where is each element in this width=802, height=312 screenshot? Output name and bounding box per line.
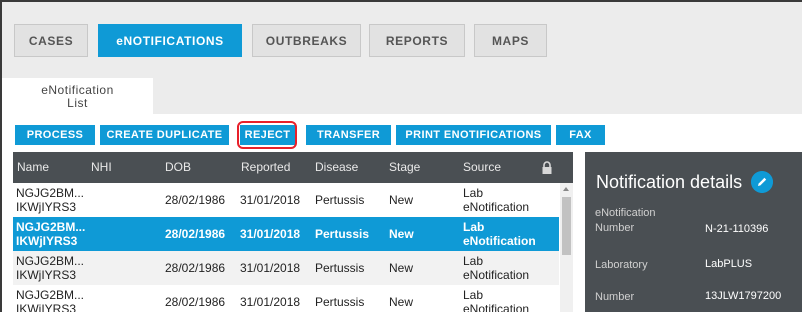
cell-dob: 28/02/1986 bbox=[165, 227, 226, 241]
process-button[interactable]: PROCESS bbox=[15, 125, 95, 145]
table-row[interactable]: NGJG2BM... IKWjIYRS3 28/02/1986 31/01/201… bbox=[13, 251, 559, 285]
cell-source: Lab eNotification bbox=[463, 186, 529, 214]
column-header-source[interactable]: Source bbox=[463, 152, 501, 183]
cell-source-line1: Lab bbox=[463, 220, 485, 234]
cell-name-line2: IKWjIYRS3 bbox=[16, 234, 78, 248]
cell-source-line2: eNotification bbox=[463, 268, 530, 282]
column-header-disease[interactable]: Disease bbox=[315, 152, 358, 183]
column-header-stage[interactable]: Stage bbox=[389, 152, 420, 183]
cell-dob: 28/02/1986 bbox=[165, 295, 226, 309]
tab-enotification-list[interactable]: eNotification List bbox=[2, 78, 153, 115]
table-scrollbar[interactable] bbox=[560, 183, 573, 312]
cell-name: NGJG2BM... IKWjIYRS3 bbox=[16, 186, 84, 214]
cell-name: NGJG2BM... IKWjIYRS3 bbox=[16, 288, 84, 312]
cell-name-line2: IKWjIYRS3 bbox=[16, 200, 77, 214]
cell-source-line1: Lab bbox=[463, 288, 484, 302]
cell-source-line2: eNotification bbox=[463, 234, 536, 248]
cell-source-line2: eNotification bbox=[463, 302, 530, 312]
notification-details-panel: Notification details eNotification Number… bbox=[585, 152, 802, 312]
cell-reported: 31/01/2018 bbox=[240, 261, 301, 275]
tab-outbreaks[interactable]: OUTBREAKS bbox=[252, 24, 361, 57]
create-duplicate-button[interactable]: CREATE DUPLICATE bbox=[100, 125, 229, 145]
enotification-table: Name NHI DOB Reported Disease Stage Sour… bbox=[13, 152, 573, 312]
cell-name: NGJG2BM... IKWjIYRS3 bbox=[16, 220, 85, 248]
column-header-dob[interactable]: DOB bbox=[165, 152, 191, 183]
cell-disease: Pertussis bbox=[315, 261, 365, 275]
field-label-number: Number bbox=[595, 291, 635, 303]
cell-disease: Pertussis bbox=[315, 193, 365, 207]
cell-name-line2: IKWjIYRS3 bbox=[16, 268, 77, 282]
cell-name-line2: IKWjIYRS3 bbox=[16, 302, 77, 312]
subtab-label-line2: List bbox=[67, 96, 88, 110]
fax-button[interactable]: FAX bbox=[556, 125, 605, 145]
cell-reported: 31/01/2018 bbox=[240, 227, 301, 241]
tab-enotifications[interactable]: eNOTIFICATIONS bbox=[98, 24, 242, 57]
table-row[interactable]: NGJG2BM... IKWjIYRS3 28/02/1986 31/01/201… bbox=[13, 183, 559, 217]
print-enotifications-button[interactable]: PRINT ENOTIFICATIONS bbox=[396, 125, 551, 145]
transfer-button[interactable]: TRANSFER bbox=[306, 125, 391, 145]
table-header: Name NHI DOB Reported Disease Stage Sour… bbox=[13, 152, 573, 183]
table-row[interactable]: NGJG2BM... IKWjIYRS3 28/02/1986 31/01/201… bbox=[13, 285, 559, 312]
tab-maps[interactable]: MAPS bbox=[474, 24, 547, 57]
cell-source-line1: Lab bbox=[463, 186, 484, 200]
cell-stage: New bbox=[389, 227, 414, 241]
table-row-selected[interactable]: NGJG2BM... IKWjIYRS3 28/02/1986 31/01/201… bbox=[13, 217, 559, 251]
cell-source-line1: Lab bbox=[463, 254, 484, 268]
cell-name: NGJG2BM... IKWjIYRS3 bbox=[16, 254, 84, 282]
cell-dob: 28/02/1986 bbox=[165, 193, 226, 207]
field-value-number: 13JLW1797200 bbox=[705, 290, 782, 302]
column-header-name[interactable]: Name bbox=[17, 152, 49, 183]
cell-name-line1: NGJG2BM... bbox=[16, 186, 85, 200]
tab-cases[interactable]: CASES bbox=[14, 24, 88, 57]
cell-stage: New bbox=[389, 295, 414, 309]
field-label-laboratory: Laboratory bbox=[595, 259, 648, 271]
field-label-line1: eNotification bbox=[595, 207, 656, 219]
top-nav: CASES eNOTIFICATIONS OUTBREAKS REPORTS M… bbox=[2, 2, 802, 78]
column-header-reported[interactable]: Reported bbox=[241, 152, 290, 183]
details-title: Notification details bbox=[596, 172, 743, 192]
cell-name-line1: NGJG2BM... bbox=[16, 220, 86, 234]
cell-reported: 31/01/2018 bbox=[240, 193, 301, 207]
cell-reported: 31/01/2018 bbox=[240, 295, 301, 309]
cell-disease: Pertussis bbox=[315, 227, 370, 241]
reject-highlight-box bbox=[237, 121, 297, 149]
field-label-line2: Number bbox=[595, 222, 635, 234]
cell-stage: New bbox=[389, 193, 414, 207]
cell-stage: New bbox=[389, 261, 414, 275]
column-header-nhi[interactable]: NHI bbox=[91, 152, 112, 183]
tab-reports[interactable]: REPORTS bbox=[369, 24, 465, 57]
pencil-icon[interactable] bbox=[751, 171, 773, 193]
field-label-enotification-number: eNotification Number bbox=[595, 206, 656, 236]
scrollbar-thumb[interactable] bbox=[562, 197, 571, 255]
scroll-up-icon[interactable] bbox=[563, 187, 569, 191]
cell-name-line1: NGJG2BM... bbox=[16, 254, 85, 268]
cell-name-line1: NGJG2BM... bbox=[16, 288, 85, 302]
cell-source-line2: eNotification bbox=[463, 200, 530, 214]
lock-icon bbox=[542, 161, 552, 174]
field-value-laboratory: LabPLUS bbox=[705, 258, 753, 270]
cell-source: Lab eNotification bbox=[463, 288, 529, 312]
field-value-enotification-number: N-21-110396 bbox=[705, 223, 769, 235]
cell-dob: 28/02/1986 bbox=[165, 261, 226, 275]
cell-source: Lab eNotification bbox=[463, 254, 529, 282]
cell-disease: Pertussis bbox=[315, 295, 365, 309]
cell-source: Lab eNotification bbox=[463, 220, 536, 248]
